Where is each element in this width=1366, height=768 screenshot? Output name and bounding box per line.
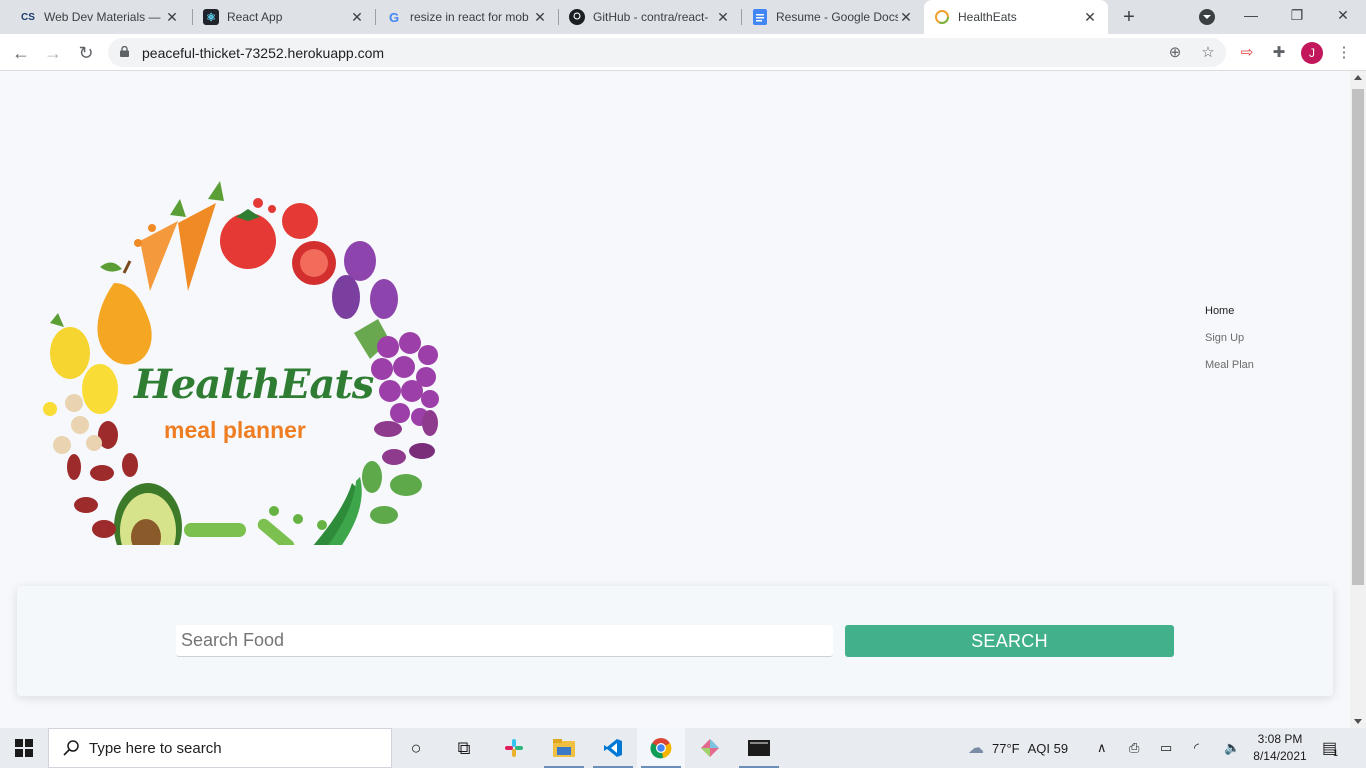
taskbar-search-box[interactable]: Type here to search — [48, 728, 392, 768]
weather-widget[interactable]: ☁ 77°F AQI 59 — [968, 728, 1068, 768]
minimize-button[interactable]: — — [1228, 0, 1274, 30]
search-icon — [63, 740, 79, 756]
healtheats-logo: HealthEats meal planner — [38, 133, 450, 604]
close-icon[interactable]: ✕ — [1082, 9, 1098, 25]
taskbar-search-placeholder: Type here to search — [89, 739, 222, 757]
google-icon: G — [388, 9, 400, 25]
weather-temperature: 77°F — [992, 740, 1020, 756]
search-card: SEARCH — [17, 586, 1333, 696]
terminal-icon[interactable] — [735, 728, 783, 768]
close-icon[interactable]: ✕ — [715, 9, 731, 25]
clock-date: 8/14/2021 — [1253, 749, 1307, 763]
weather-cloud-icon: ☁ — [968, 740, 984, 757]
logo-title: HealthEats — [134, 361, 374, 408]
tab-resume-docs[interactable]: Resume - Google Docs ✕ — [742, 0, 924, 34]
vscode-icon[interactable] — [589, 728, 637, 768]
back-button[interactable]: ← — [7, 39, 35, 67]
reload-button[interactable]: ↻ — [72, 39, 100, 67]
tab-search-icon[interactable] — [1199, 9, 1215, 25]
chrome-icon[interactable] — [637, 728, 685, 768]
volume-icon[interactable]: 🔈 — [1224, 728, 1240, 768]
search-button[interactable]: SEARCH — [845, 625, 1174, 657]
close-icon[interactable]: ✕ — [164, 9, 180, 25]
nav-sign-up-link[interactable]: Sign Up — [1205, 331, 1254, 358]
scroll-down-arrow-icon[interactable] — [1354, 719, 1362, 724]
search-food-input[interactable] — [176, 625, 833, 657]
nav-home-link[interactable]: Home — [1205, 304, 1254, 331]
cortana-icon[interactable]: ○ — [392, 728, 440, 768]
page-viewport: HealthEats meal planner Home Sign Up Mea… — [0, 71, 1350, 728]
scrollbar-thumb[interactable] — [1352, 89, 1364, 585]
system-clock[interactable]: 3:08 PM 8/14/2021 — [1245, 731, 1315, 765]
tab-github[interactable]: GitHub - contra/react- ✕ — [559, 0, 741, 34]
lock-icon — [120, 46, 129, 57]
notification-count-badge: 1 — [1333, 748, 1339, 758]
tab-strip: CS Web Dev Materials — ✕ ⚛ React App ✕ G… — [0, 0, 1366, 34]
tab-title: HealthEats — [958, 10, 1017, 24]
cast-extension-icon[interactable]: ⇨ — [1237, 43, 1257, 63]
tab-google-search[interactable]: G resize in react for mob ✕ — [376, 0, 558, 34]
windows-logo-icon — [15, 739, 33, 757]
tab-healtheats[interactable]: HealthEats ✕ — [924, 0, 1108, 34]
menu-kebab-icon[interactable]: ⋮ — [1334, 43, 1354, 63]
tab-title: Resume - Google Docs — [776, 10, 898, 24]
scroll-up-arrow-icon[interactable] — [1354, 75, 1362, 80]
extensions-puzzle-icon[interactable]: ✚ — [1269, 43, 1289, 63]
zoom-icon[interactable]: ⊕ — [1166, 44, 1184, 62]
tab-title: resize in react for mob — [410, 10, 529, 24]
notifications-icon[interactable]: ▤ 1 — [1322, 728, 1338, 768]
wifi-icon[interactable]: ◜ — [1194, 728, 1199, 768]
react-icon: ⚛ — [203, 9, 219, 25]
file-explorer-icon[interactable] — [540, 728, 588, 768]
windows-start-button[interactable] — [0, 728, 48, 768]
clock-time: 3:08 PM — [1257, 732, 1303, 746]
logo-subtitle: meal planner — [164, 417, 306, 443]
new-tab-button[interactable]: + — [1118, 6, 1140, 28]
windows-taskbar: Type here to search ○ ⧉ ☁ 77°F AQI 59 ∧ … — [0, 728, 1366, 768]
docs-icon — [752, 9, 768, 25]
show-hidden-icons-chevron-icon[interactable]: ∧ — [1097, 728, 1107, 768]
browser-toolbar: ← → ↻ peaceful-thicket-73252.herokuapp.c… — [0, 34, 1366, 71]
healtheats-icon — [934, 9, 950, 25]
tab-react-app[interactable]: ⚛ React App ✕ — [193, 0, 375, 34]
vegetable-wreath-illustration — [43, 181, 439, 604]
tab-title: Web Dev Materials — — [44, 10, 161, 24]
cs-favicon-icon: CS — [21, 11, 35, 23]
close-icon[interactable]: ✕ — [532, 9, 548, 25]
slack-icon[interactable] — [490, 728, 538, 768]
tab-title: React App — [227, 10, 283, 24]
tab-web-dev-materials[interactable]: CS Web Dev Materials — ✕ — [10, 0, 190, 34]
close-icon[interactable]: ✕ — [898, 9, 914, 25]
address-bar[interactable]: peaceful-thicket-73252.herokuapp.com ⊕ ☆ — [108, 38, 1226, 67]
nav-meal-plan-link[interactable]: Meal Plan — [1205, 358, 1254, 385]
app-diamond-icon[interactable] — [686, 728, 734, 768]
side-navigation: Home Sign Up Meal Plan — [1205, 304, 1254, 385]
air-quality-index: AQI 59 — [1027, 740, 1069, 756]
close-window-button[interactable]: ✕ — [1320, 0, 1366, 30]
task-view-icon[interactable]: ⧉ — [440, 728, 488, 768]
url-text: peaceful-thicket-73252.herokuapp.com — [142, 45, 385, 61]
tab-title: GitHub - contra/react- — [593, 10, 709, 24]
forward-button[interactable]: → — [39, 39, 67, 67]
battery-icon[interactable]: ▭ — [1160, 728, 1172, 768]
restore-button[interactable]: ❐ — [1274, 0, 1320, 30]
profile-avatar[interactable]: J — [1301, 42, 1323, 64]
meet-now-icon[interactable]: ⎙ — [1129, 728, 1139, 768]
page-scrollbar[interactable] — [1350, 71, 1366, 728]
github-icon — [569, 9, 585, 25]
bookmark-star-icon[interactable]: ☆ — [1199, 44, 1217, 62]
close-icon[interactable]: ✕ — [349, 9, 365, 25]
